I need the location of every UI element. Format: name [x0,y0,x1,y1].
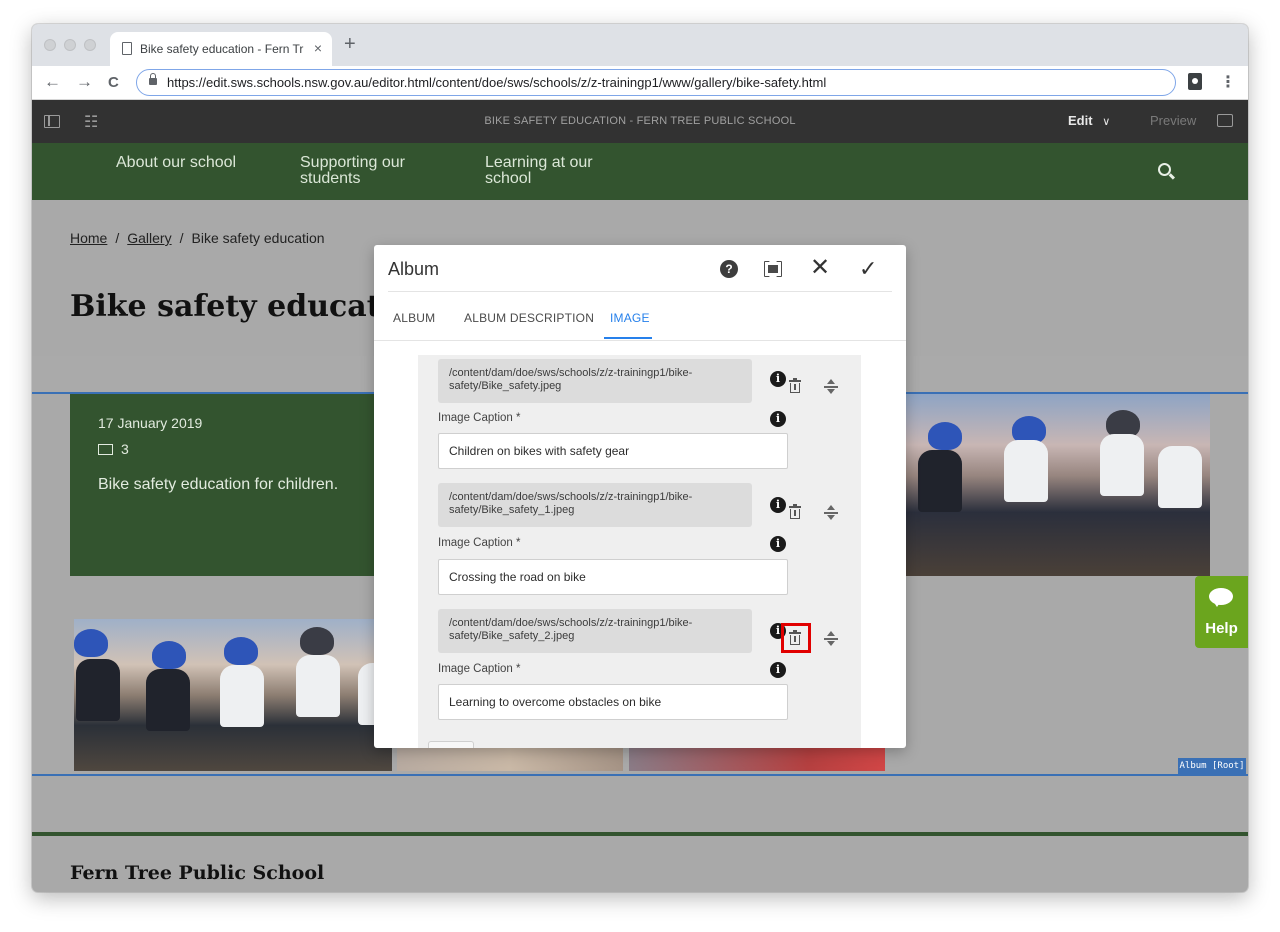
image-multifield: /content/dam/doe/sws/schools/z/z-trainin… [418,355,861,748]
edit-mode-label: Edit [1068,113,1093,128]
editor-bar: ☷ BIKE SAFETY EDUCATION - FERN TREE PUBL… [32,100,1248,143]
component-outline-bottom [32,774,1248,776]
browser-tab[interactable]: Bike safety education - Fern Tr × [110,32,332,66]
image-path-line1: /content/dam/doe/sws/schools/z/z-trainin… [449,617,693,629]
info-icon[interactable]: i [770,411,786,427]
reload-button[interactable]: C [108,73,119,93]
caption-input[interactable]: Children on bikes with safety gear [438,433,788,469]
trash-icon[interactable] [789,504,801,519]
trash-icon[interactable] [789,378,801,393]
extension-icon[interactable] [1188,73,1202,90]
window-minimize-light[interactable] [64,39,76,51]
preview-button[interactable]: Preview [1150,113,1196,128]
address-bar[interactable]: https://edit.sws.schools.nsw.gov.au/edit… [136,69,1176,96]
caption-label: Image Caption * [438,537,521,549]
image-icon [98,444,113,455]
nav-learning-line1: Learning at our [485,154,593,171]
help-icon[interactable]: ? [720,260,738,278]
nav-supporting-our-students[interactable]: Supporting our students [300,155,405,187]
chat-bubble-icon [1209,588,1233,607]
footer-school-name: Fern Tree Public School [70,862,325,884]
album-root-badge[interactable]: Album [Root] [1178,758,1246,775]
reorder-handle-icon[interactable] [824,631,838,647]
site-navigation: About our school Supporting our students… [32,143,1248,200]
breadcrumb-separator: / [115,230,120,246]
done-icon[interactable]: ✓ [859,256,877,282]
caption-label: Image Caption * [438,663,521,675]
dialog-header-divider [388,291,892,292]
nav-about-our-school[interactable]: About our school [116,155,236,171]
album-image-count: 3 [98,441,129,457]
document-icon [122,42,132,55]
window-close-light[interactable] [44,39,56,51]
info-icon[interactable]: i [770,536,786,552]
footer-divider [32,832,1248,836]
album-info-panel: 17 January 2019 3 Bike safety education … [70,394,386,576]
image-path-field[interactable]: /content/dam/doe/sws/schools/z/z-trainin… [438,359,752,403]
tab-album[interactable]: ALBUM [393,311,435,325]
help-button[interactable]: Help [1195,576,1248,648]
new-tab-button[interactable]: + [344,34,356,54]
nav-supporting-line1: Supporting our [300,154,405,171]
tab-strip: Bike safety education - Fern Tr × + [32,24,1248,66]
active-tab-indicator [604,337,652,339]
image-path-field[interactable]: /content/dam/doe/sws/schools/z/z-trainin… [438,483,752,527]
info-icon[interactable]: i [770,662,786,678]
album-description: Bike safety education for children. [98,476,339,493]
dialog-title: Album [388,259,440,279]
editor-page-title: BIKE SAFETY EDUCATION - FERN TREE PUBLIC… [484,115,796,127]
breadcrumb: Home / Gallery / Bike safety education [70,230,325,246]
image-path-line2: safety/Bike_safety_1.jpeg [449,504,575,516]
gallery-photo-main[interactable] [906,394,1210,576]
tab-title: Bike safety education - Fern Tr [140,42,304,56]
tab-album-description[interactable]: ALBUM DESCRIPTION [464,311,594,325]
window-zoom-light[interactable] [84,39,96,51]
forward-button[interactable]: → [76,72,93,92]
back-button[interactable]: ← [44,72,61,92]
add-item-button[interactable] [428,741,474,748]
lock-icon [149,73,157,85]
chevron-down-icon: ∨ [1102,116,1111,128]
reorder-handle-icon[interactable] [824,505,838,521]
caption-input[interactable]: Crossing the road on bike [438,559,788,595]
tab-image[interactable]: IMAGE [610,311,650,325]
breadcrumb-separator: / [179,230,184,246]
gallery-photo-thumbnail-1[interactable] [74,619,392,771]
image-path-line1: /content/dam/doe/sws/schools/z/z-trainin… [449,491,693,503]
nav-learning-line2: school [485,170,532,187]
url-text[interactable]: https://edit.sws.schools.nsw.gov.au/edit… [167,75,826,90]
album-date: 17 January 2019 [98,415,203,431]
annotations-icon[interactable] [1217,114,1233,127]
edit-mode-dropdown[interactable]: Edit ∨ [1068,113,1110,128]
image-path-field[interactable]: /content/dam/doe/sws/schools/z/z-trainin… [438,609,752,653]
nav-supporting-line2: students [300,170,361,187]
gallery-photo-thumbnail-3[interactable] [629,744,885,771]
gallery-photo-thumbnail-2[interactable] [397,744,623,771]
tab-close-icon[interactable]: × [314,40,322,56]
delete-highlight-box [781,623,811,653]
info-icon[interactable]: i [770,371,786,387]
breadcrumb-gallery[interactable]: Gallery [127,230,171,246]
close-icon[interactable]: ✕ [810,255,830,281]
breadcrumb-current: Bike safety education [191,230,325,246]
info-icon[interactable]: i [770,497,786,513]
fullscreen-icon[interactable] [764,261,782,277]
dialog-tabs: ALBUM ALBUM DESCRIPTION IMAGE [374,305,906,341]
browser-toolbar: ← → C https://edit.sws.schools.nsw.gov.a… [32,66,1248,100]
browser-window: Bike safety education - Fern Tr × + ← → … [32,24,1248,892]
image-path-line2: safety/Bike_safety_2.jpeg [449,630,575,642]
image-count-value: 3 [121,441,129,457]
image-path-line1: /content/dam/doe/sws/schools/z/z-trainin… [449,367,693,379]
breadcrumb-home[interactable]: Home [70,230,107,246]
album-dialog: Album ? ✕ ✓ ALBUM ALBUM DESCRIPTION IMAG… [374,245,906,748]
help-label: Help [1205,620,1238,637]
search-icon[interactable] [1158,163,1171,176]
nav-learning-at-our-school[interactable]: Learning at our school [485,155,593,187]
tabs-divider [374,340,906,341]
caption-input[interactable]: Learning to overcome obstacles on bike [438,684,788,720]
browser-menu-icon[interactable]: ⋮ [1220,72,1236,92]
reorder-handle-icon[interactable] [824,379,838,395]
image-path-line2: safety/Bike_safety.jpeg [449,380,562,392]
caption-label: Image Caption * [438,412,521,424]
